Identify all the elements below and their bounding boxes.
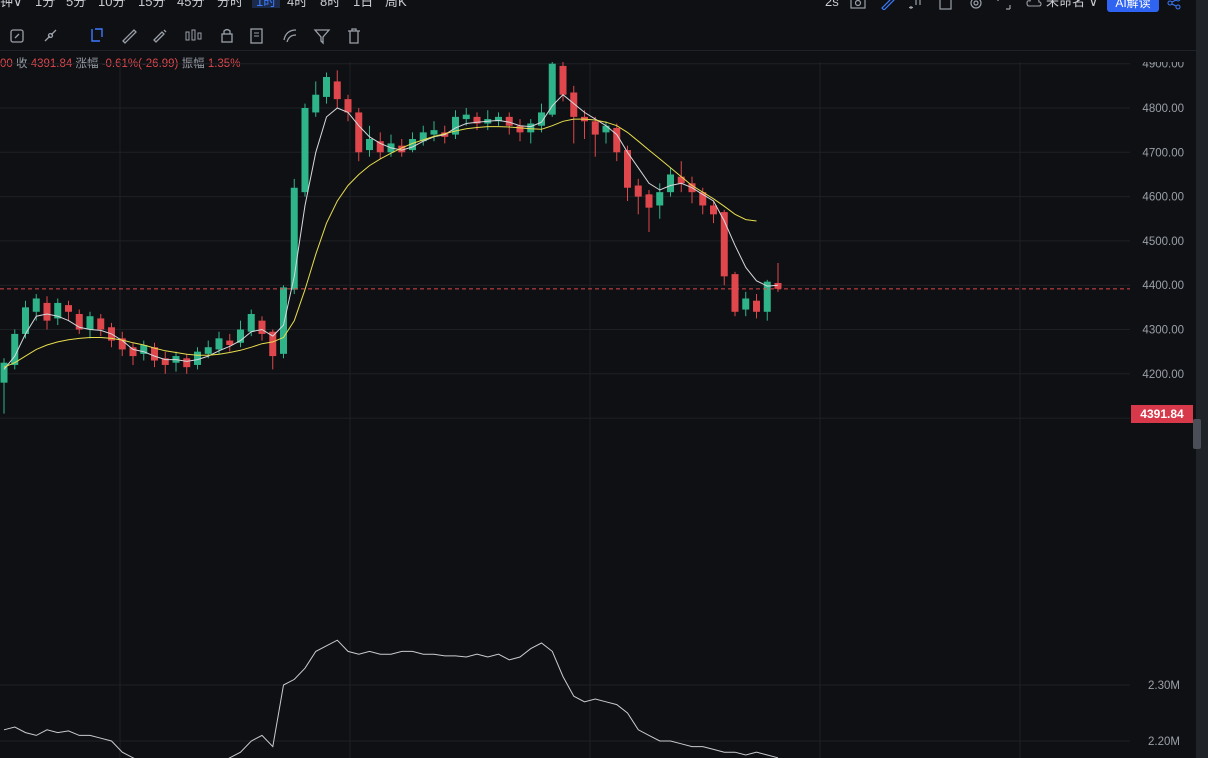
candle-body bbox=[677, 176, 685, 184]
candle-body bbox=[11, 333, 19, 365]
pen-icon[interactable] bbox=[880, 0, 896, 12]
candle-body bbox=[656, 192, 664, 206]
volume-tick-label: 2.20M bbox=[1148, 736, 1180, 748]
tf-10min[interactable]: 10分 bbox=[98, 0, 125, 8]
y-tick-label: 4500.00 bbox=[1142, 236, 1184, 248]
eraser-icon[interactable] bbox=[281, 27, 299, 45]
gear-icon[interactable] bbox=[968, 0, 984, 12]
compare-icon[interactable] bbox=[9, 27, 27, 45]
y-tick-label: 4800.00 bbox=[1142, 103, 1184, 115]
candle-body bbox=[333, 81, 341, 100]
tf-1w[interactable]: 周K bbox=[385, 0, 407, 8]
add-indicator-icon[interactable] bbox=[908, 0, 924, 12]
candle-body bbox=[742, 298, 750, 310]
tf-1min[interactable]: 1分 bbox=[35, 0, 55, 8]
candle-body bbox=[226, 340, 234, 346]
candle-body bbox=[548, 63, 556, 115]
cursor-icon[interactable] bbox=[88, 27, 106, 45]
tf-minute-dropdown[interactable]: 钟∨ bbox=[0, 0, 23, 8]
y-tick-label: 4200.00 bbox=[1142, 369, 1184, 381]
camera-icon[interactable] bbox=[850, 0, 866, 12]
panel-drag-handle[interactable] bbox=[1193, 419, 1201, 449]
candle-body bbox=[613, 127, 621, 153]
layout-name[interactable]: 未命名 ∨ bbox=[1046, 0, 1098, 8]
y-tick-label: 4300.00 bbox=[1142, 325, 1184, 337]
candle-body bbox=[355, 112, 363, 153]
tf-5min[interactable]: 5分 bbox=[66, 0, 86, 8]
candle-body bbox=[183, 358, 191, 368]
last-price-tag: 4391.84 bbox=[1131, 405, 1193, 423]
share-icon[interactable] bbox=[1166, 0, 1182, 12]
candle-body bbox=[591, 121, 599, 135]
candle-body bbox=[527, 123, 535, 133]
candle-body bbox=[344, 99, 352, 113]
candle-body bbox=[32, 298, 40, 312]
candle-body bbox=[86, 316, 94, 330]
candle-body bbox=[753, 300, 760, 312]
ruler-icon[interactable] bbox=[120, 27, 138, 45]
candle-body bbox=[516, 125, 524, 133]
candle-body bbox=[97, 318, 105, 330]
candle-body bbox=[258, 320, 266, 334]
tf-timeline[interactable]: 分时 bbox=[217, 0, 243, 8]
candle-body bbox=[559, 65, 567, 95]
y-tick-label: 4400.00 bbox=[1142, 280, 1184, 292]
ai-interpret-button[interactable]: AI解读 bbox=[1107, 0, 1159, 12]
candle-body bbox=[645, 194, 653, 208]
timeframe-bar: 钟∨ 1分 5分 10分 15分 45分 分时 1时 4时 8时 1日 周K 2… bbox=[0, 0, 1208, 14]
filter-icon[interactable] bbox=[313, 27, 331, 45]
tf-1h[interactable]: 1时 bbox=[252, 0, 281, 8]
candle-body bbox=[366, 139, 373, 151]
candle-body bbox=[65, 305, 72, 312]
candle-body bbox=[710, 205, 717, 215]
candle-body bbox=[312, 94, 320, 113]
brush-icon[interactable] bbox=[151, 27, 169, 45]
candle-body bbox=[129, 347, 137, 357]
magnet-icon[interactable] bbox=[42, 27, 60, 45]
trash-icon[interactable] bbox=[345, 27, 363, 45]
price-chart[interactable]: 5000.004900.004800.004700.004600.004500.… bbox=[0, 62, 1196, 758]
template-icon[interactable] bbox=[938, 0, 954, 12]
y-tick-label: 4600.00 bbox=[1142, 192, 1184, 204]
candle-body bbox=[247, 313, 255, 332]
interval-label[interactable]: 2s bbox=[825, 0, 839, 8]
note-icon[interactable] bbox=[248, 27, 266, 45]
fullscreen-icon[interactable] bbox=[996, 0, 1012, 12]
tf-1d[interactable]: 1日 bbox=[353, 0, 373, 8]
drawing-toolbar bbox=[0, 22, 1196, 51]
candle-body bbox=[301, 108, 309, 193]
cloud-icon[interactable] bbox=[1026, 0, 1042, 12]
candle-body bbox=[731, 274, 739, 312]
tf-45min[interactable]: 45分 bbox=[177, 0, 204, 8]
candle-body bbox=[570, 92, 578, 117]
candle-body bbox=[602, 125, 610, 133]
lock-icon[interactable] bbox=[218, 27, 236, 45]
candle-body bbox=[280, 287, 287, 354]
candle-body bbox=[462, 114, 470, 120]
candles-icon[interactable] bbox=[184, 27, 202, 45]
candle-body bbox=[323, 76, 330, 97]
candle-body bbox=[215, 338, 223, 350]
right-scroll-edge bbox=[1196, 0, 1208, 758]
candle-body bbox=[43, 302, 51, 321]
tf-8h[interactable]: 8时 bbox=[320, 0, 340, 8]
candle-body bbox=[430, 130, 438, 135]
tf-4h[interactable]: 4时 bbox=[287, 0, 307, 8]
candle-body bbox=[667, 174, 674, 193]
y-tick-label: 4900.00 bbox=[1142, 62, 1184, 71]
volume-tick-label: 2.30M bbox=[1148, 680, 1180, 692]
y-tick-label: 4700.00 bbox=[1142, 147, 1184, 159]
tf-15min[interactable]: 15分 bbox=[138, 0, 165, 8]
candle-body bbox=[269, 331, 277, 357]
candle-body bbox=[204, 347, 212, 354]
candle-body bbox=[634, 185, 642, 197]
